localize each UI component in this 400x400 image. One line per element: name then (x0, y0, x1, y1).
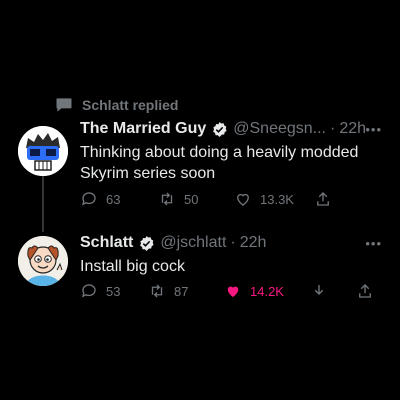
tweet-text: Thinking about doing a heavily modded Sk… (80, 142, 380, 184)
like-icon (227, 286, 239, 297)
speech-bubble-icon (56, 98, 72, 112)
more-icon[interactable]: ••• (365, 236, 382, 251)
tweet-text-line: Install big cock (80, 258, 185, 275)
share-icon (317, 192, 329, 206)
like-count: 14.2K (250, 283, 284, 299)
reply-context-text: Schlatt replied (82, 97, 179, 113)
share-icon (359, 284, 371, 298)
like-icon (237, 193, 249, 206)
like-button[interactable]: 13.3K (234, 190, 294, 208)
retweet-button[interactable]: 87 (148, 282, 188, 300)
display-name[interactable]: The Married Guy (80, 120, 206, 138)
share-button[interactable] (356, 282, 374, 300)
download-icon (314, 285, 324, 295)
retweet-button[interactable]: 50 (158, 190, 198, 208)
like-button[interactable]: 14.2K (224, 282, 284, 300)
separator-dot: · (230, 234, 236, 251)
reply-icon (81, 284, 96, 298)
download-button[interactable] (310, 282, 328, 300)
thread-line (42, 176, 44, 232)
verified-badge-icon (213, 121, 227, 137)
like-count: 13.3K (260, 191, 294, 207)
retweet-count: 50 (184, 191, 199, 207)
separator-dot: · (330, 120, 336, 137)
tweet-text: Install big cock (80, 256, 185, 277)
tweet-header: The Married Guy @Sneegsn... · 22h (80, 120, 366, 138)
verified-badge-icon (140, 235, 154, 251)
timestamp[interactable]: 22h (339, 120, 366, 138)
avatar[interactable] (18, 236, 68, 286)
display-name[interactable]: Schlatt (80, 234, 133, 252)
tweet-header: Schlatt @jschlatt · 22h (80, 234, 266, 252)
share-button[interactable] (314, 190, 332, 208)
reply-context: Schlatt replied (54, 95, 178, 115)
retweet-icon (161, 192, 173, 206)
retweet-icon (151, 284, 163, 298)
timestamp[interactable]: 22h (240, 234, 267, 252)
reply-button[interactable]: 53 (80, 282, 120, 300)
tweet-text-line: Thinking about doing a heavily modded (80, 144, 359, 161)
retweet-count: 87 (174, 283, 189, 299)
handle[interactable]: @jschlatt (160, 234, 226, 252)
handle[interactable]: @Sneegsn... (233, 120, 326, 138)
avatar[interactable] (18, 126, 68, 176)
tweet-text-line: Skyrim series soon (80, 165, 216, 182)
reply-count: 53 (106, 283, 121, 299)
more-icon[interactable]: ••• (365, 122, 382, 137)
reply-count: 63 (106, 191, 121, 207)
reply-icon (81, 192, 96, 206)
reply-button[interactable]: 63 (80, 190, 120, 208)
